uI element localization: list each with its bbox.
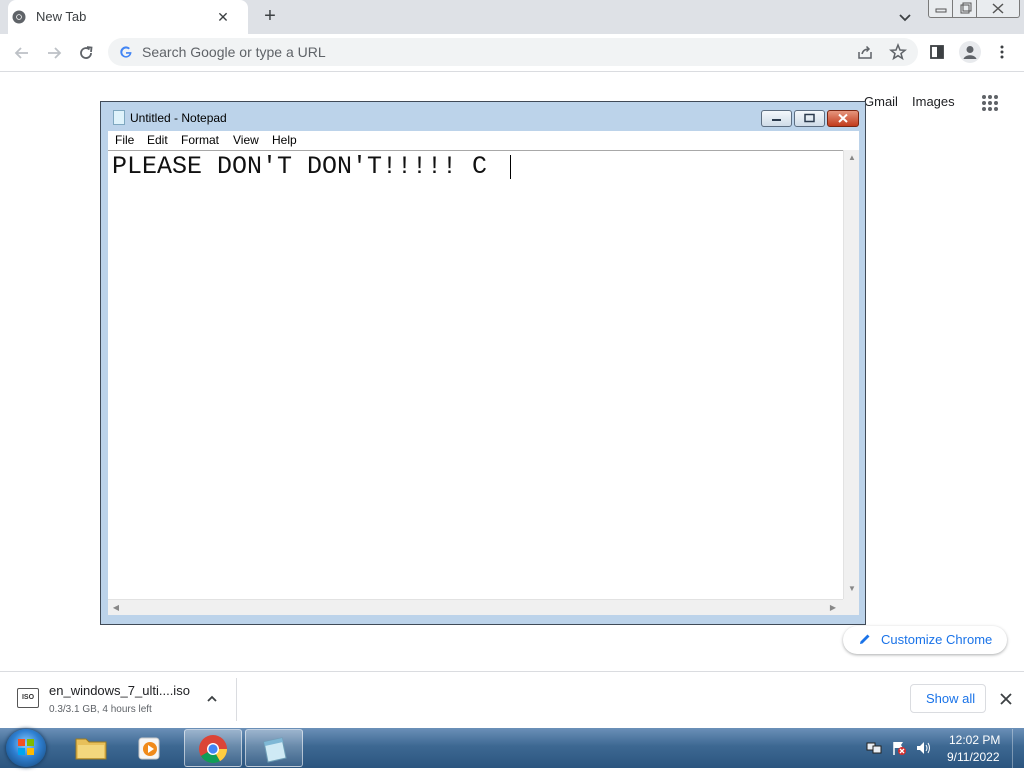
show-all-label: Show all [926,691,976,706]
close-icon[interactable] [999,692,1013,706]
horizontal-scrollbar[interactable]: ◀ ▶ [108,599,843,615]
chevron-up-icon[interactable] [205,692,219,706]
clock-time[interactable]: 12:02 PM [949,733,1000,747]
menu-format[interactable]: Format [181,133,219,147]
divider [236,678,237,721]
new-tab-button[interactable]: + [260,6,280,26]
google-apps-grid-icon[interactable] [981,94,999,112]
notepad-menubar [108,131,859,150]
gmail-link[interactable]: Gmail [864,94,898,109]
window-close-button[interactable] [976,0,1020,18]
pencil-icon [860,634,870,644]
notepad-title: Untitled - Notepad [130,111,227,125]
notepad-app-icon [113,110,125,125]
clock-date[interactable]: 9/11/2022 [947,750,1000,764]
notepad-maximize-button[interactable] [794,110,825,127]
taskbar-chrome[interactable] [184,729,242,767]
window-restore-button[interactable] [952,0,978,18]
taskbar-media-player[interactable] [122,729,180,767]
menu-help[interactable]: Help [272,133,297,147]
reload-icon[interactable] [76,43,96,63]
vertical-scrollbar[interactable]: ▲ ▼ [843,150,859,599]
forward-arrow-icon[interactable] [44,43,64,63]
bookmark-star-icon[interactable] [889,43,907,61]
media-player-icon [138,737,160,760]
tab-search-chevron-icon[interactable] [896,8,914,26]
maximize-icon [804,113,815,123]
action-center-flag-icon[interactable] [891,740,907,756]
windows-logo-icon [18,739,34,755]
share-icon[interactable] [857,44,873,60]
kebab-menu-icon[interactable] [996,44,1008,60]
menu-view[interactable]: View [233,133,259,147]
minimize-icon [772,119,781,121]
notepad-minimize-button[interactable] [761,110,792,127]
customize-chrome-label: Customize Chrome [881,632,993,647]
tab-close-button[interactable]: ✕ [214,8,232,26]
chrome-icon [199,735,227,763]
images-link[interactable]: Images [912,94,955,109]
notepad-content: PLEASE DON'T DON'T!!!!! C [112,152,488,181]
scroll-right-arrow-icon[interactable]: ▶ [825,600,841,616]
scroll-up-arrow-icon[interactable]: ▲ [844,150,860,166]
show-desktop-button[interactable] [1012,729,1024,768]
volume-icon[interactable] [915,740,931,756]
side-panel-icon[interactable] [930,45,944,59]
folder-icon [75,738,107,760]
download-shelf [0,671,1024,729]
chrome-icon [12,10,26,24]
scroll-down-arrow-icon[interactable]: ▼ [844,581,860,597]
person-icon [963,46,977,59]
notepad-text-area[interactable] [108,150,843,599]
minimize-icon [935,8,947,13]
google-g-icon [120,46,132,58]
menu-edit[interactable]: Edit [147,133,168,147]
download-filename[interactable]: en_windows_7_ulti....iso [49,683,190,698]
notepad-close-button[interactable] [827,110,859,127]
text-caret [510,155,511,179]
close-icon [838,113,848,123]
tab-title: New Tab [36,9,87,24]
resize-grip[interactable] [843,599,859,615]
taskbar-explorer[interactable] [62,729,120,767]
menu-file[interactable]: File [115,133,134,147]
profile-avatar-icon[interactable] [959,41,981,63]
taskbar-notepad[interactable] [245,729,303,767]
restore-icon [960,2,972,14]
notepad-icon [263,737,287,763]
scroll-left-arrow-icon[interactable]: ◀ [108,600,124,616]
close-icon [992,3,1004,14]
window-minimize-button[interactable] [928,0,954,18]
network-icon[interactable] [866,740,882,756]
iso-file-icon[interactable]: ISO [17,688,39,708]
start-button[interactable] [6,729,46,767]
download-status: 0.3/3.1 GB, 4 hours left [49,704,152,715]
omnibox-input[interactable]: Search Google or type a URL [142,44,326,60]
back-arrow-icon[interactable] [12,43,32,63]
